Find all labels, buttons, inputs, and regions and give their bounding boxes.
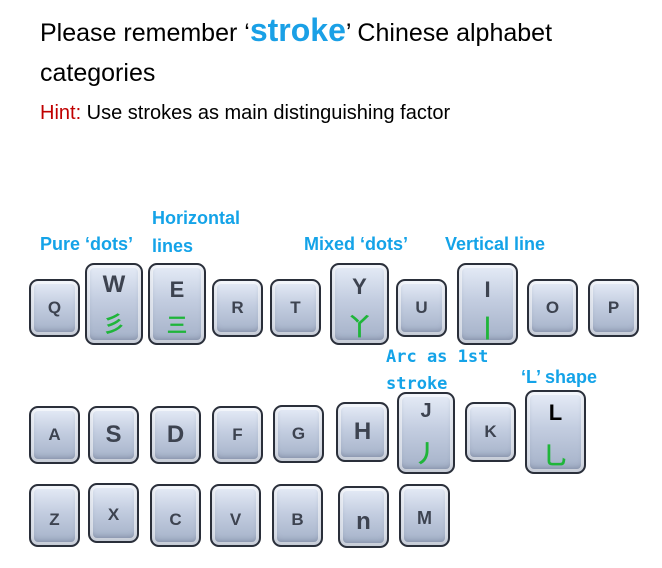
label-arc-first-stroke: Arc as 1st stroke [386, 347, 489, 394]
key-e[interactable]: E三 [148, 263, 206, 345]
hint-text: Use strokes as main distinguishing facto… [81, 102, 451, 124]
key-z[interactable]: Z [29, 484, 80, 547]
label-mixed-dots: Mixed ‘dots’ [304, 234, 409, 254]
key-w-chinese: 彡 [102, 312, 125, 337]
label-pure-dots: Pure ‘dots’ [40, 234, 134, 254]
key-j-chinese: 丿 [414, 441, 438, 468]
key-b-letter: B [291, 510, 304, 529]
key-l-chinese: 乚 [543, 443, 568, 470]
key-r[interactable]: R [212, 279, 263, 337]
key-m[interactable]: M [399, 484, 450, 547]
key-q[interactable]: Q [29, 279, 80, 337]
key-o-letter: O [545, 298, 560, 317]
hint-line: Hint: Use strokes as main distinguishing… [40, 102, 450, 125]
key-i[interactable]: I丨 [457, 263, 518, 345]
key-w[interactable]: W彡 [85, 263, 143, 345]
key-e-letter: E [169, 277, 185, 302]
key-i-letter: I [484, 277, 491, 302]
key-v-letter: V [229, 510, 242, 529]
key-z-letter: Z [49, 510, 60, 529]
key-p-letter: P [607, 298, 620, 317]
key-i-chinese: 丨 [475, 316, 500, 343]
key-h-letter: H [353, 418, 372, 445]
key-g-letter: G [291, 424, 306, 443]
title-prefix: Please remember ‘ [40, 19, 250, 47]
key-l-letter: L [548, 400, 563, 425]
page-title: Please remember ‘stroke’ Chinese alphabe… [40, 10, 640, 93]
key-k-letter: K [484, 422, 497, 441]
key-t-letter: T [290, 298, 301, 317]
label-vertical-line: Vertical line [445, 234, 546, 254]
key-h[interactable]: H [336, 402, 389, 462]
key-j[interactable]: J丿 [397, 392, 455, 474]
key-t[interactable]: T [270, 279, 321, 337]
key-m-letter: M [417, 508, 432, 528]
key-q-letter: Q [47, 298, 62, 317]
key-s-letter: S [105, 421, 122, 448]
key-l[interactable]: L乚 [525, 390, 586, 474]
key-y[interactable]: Y丫 [330, 263, 389, 345]
key-k[interactable]: K [465, 402, 516, 462]
key-y-letter: Y [352, 274, 367, 299]
key-x[interactable]: X [88, 483, 139, 543]
label-l-shape: ‘L’ shape [521, 367, 598, 387]
key-w-letter: W [102, 271, 126, 298]
key-u[interactable]: U [396, 279, 447, 337]
key-f[interactable]: F [212, 406, 263, 464]
key-n-letter: n [356, 508, 371, 535]
key-g[interactable]: G [273, 405, 324, 463]
key-d[interactable]: D [150, 406, 201, 464]
key-f-letter: F [232, 425, 243, 444]
key-v[interactable]: V [210, 484, 261, 547]
key-b[interactable]: B [272, 484, 323, 547]
key-c-letter: C [169, 510, 182, 529]
key-r-letter: R [231, 298, 244, 317]
key-p[interactable]: P [588, 279, 639, 337]
key-e-chinese: 三 [167, 315, 187, 337]
key-s[interactable]: S [88, 406, 139, 464]
key-d-letter: D [166, 421, 185, 448]
key-j-letter: J [420, 400, 432, 422]
key-n[interactable]: n [338, 486, 389, 548]
key-a[interactable]: A [29, 406, 80, 464]
key-y-chinese: 丫 [347, 314, 372, 341]
title-keyword: stroke [249, 12, 346, 48]
key-o[interactable]: O [527, 279, 578, 337]
key-u-letter: U [415, 298, 428, 317]
key-c[interactable]: C [150, 484, 201, 547]
hint-label: Hint: [40, 102, 82, 124]
key-x-letter: X [107, 505, 120, 524]
key-a-letter: A [48, 425, 61, 444]
label-horizontal-lines: Horizontal lines [152, 208, 240, 256]
